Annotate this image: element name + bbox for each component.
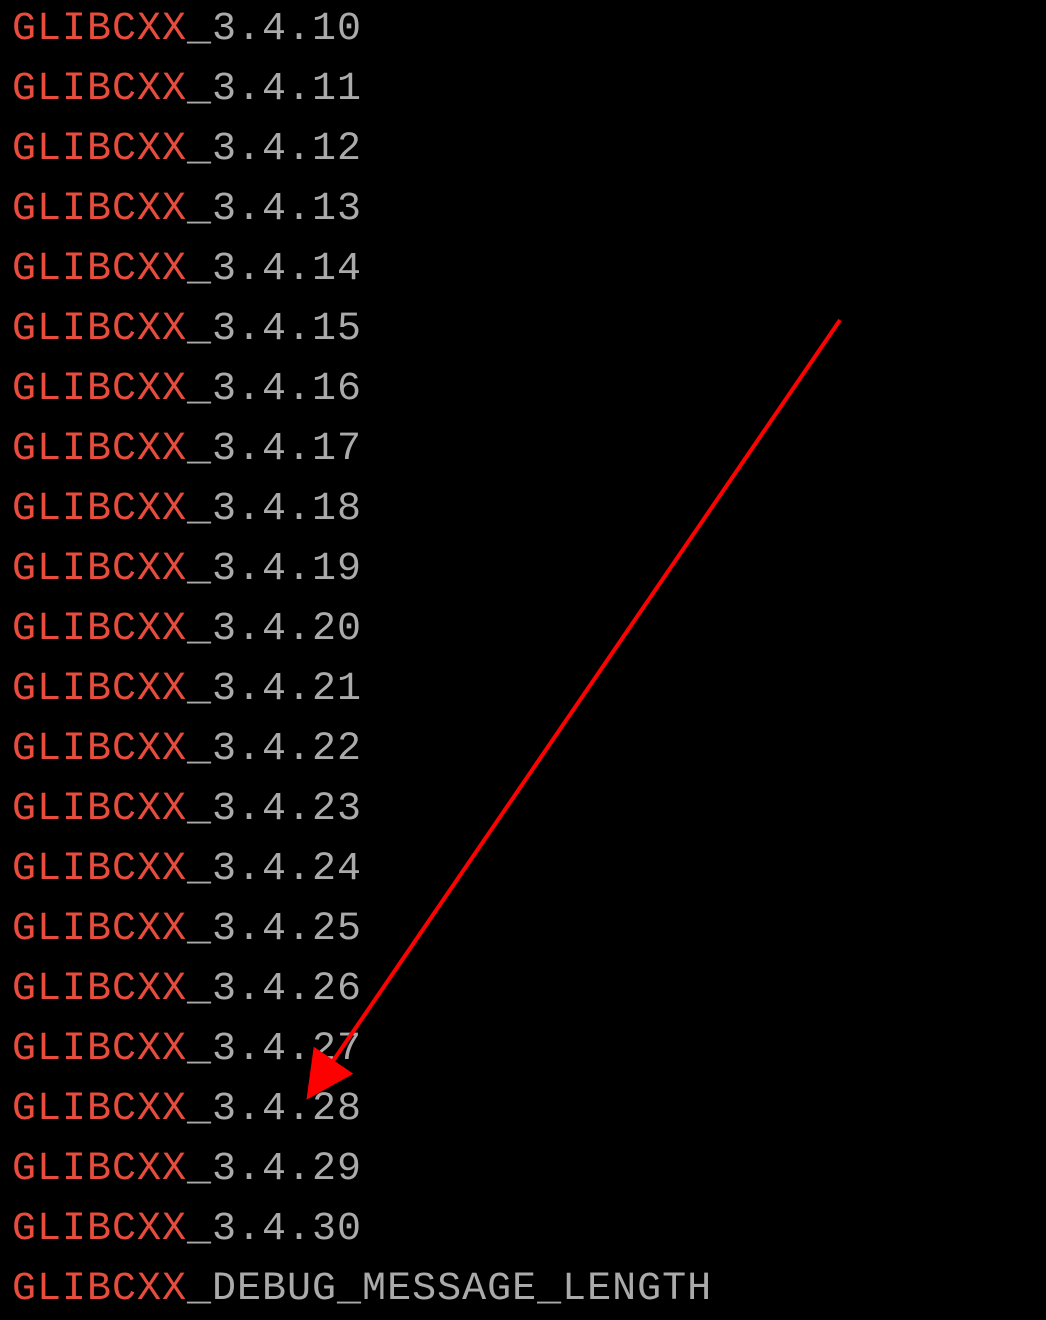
symbol-suffix: _3.4.26	[187, 967, 362, 1012]
symbol-suffix: _DEBUG_MESSAGE_LENGTH	[187, 1267, 712, 1312]
terminal-line: GLIBCXX_3.4.18	[12, 480, 1034, 540]
terminal-line: GLIBCXX_3.4.17	[12, 420, 1034, 480]
symbol-suffix: _3.4.13	[187, 187, 362, 232]
symbol-suffix: _3.4.14	[187, 247, 362, 292]
symbol-prefix: GLIBCXX	[12, 547, 187, 592]
symbol-suffix: _3.4.15	[187, 307, 362, 352]
terminal-line: GLIBCXX_3.4.26	[12, 960, 1034, 1020]
symbol-prefix: GLIBCXX	[12, 1267, 187, 1312]
terminal-line: GLIBCXX_3.4.15	[12, 300, 1034, 360]
symbol-suffix: _3.4.19	[187, 547, 362, 592]
symbol-prefix: GLIBCXX	[12, 247, 187, 292]
symbol-prefix: GLIBCXX	[12, 487, 187, 532]
symbol-suffix: _3.4.24	[187, 847, 362, 892]
symbol-prefix: GLIBCXX	[12, 907, 187, 952]
terminal-line: GLIBCXX_3.4.29	[12, 1140, 1034, 1200]
symbol-suffix: _3.4.27	[187, 1027, 362, 1072]
symbol-suffix: _3.4.12	[187, 127, 362, 172]
symbol-prefix: GLIBCXX	[12, 187, 187, 232]
symbol-suffix: _3.4.17	[187, 427, 362, 472]
terminal-output: GLIBCXX_3.4.10GLIBCXX_3.4.11GLIBCXX_3.4.…	[12, 0, 1034, 1320]
symbol-suffix: _3.4.20	[187, 607, 362, 652]
symbol-suffix: _3.4.21	[187, 667, 362, 712]
symbol-prefix: GLIBCXX	[12, 967, 187, 1012]
terminal-line: GLIBCXX_3.4.23	[12, 780, 1034, 840]
symbol-suffix: _3.4.10	[187, 7, 362, 52]
symbol-prefix: GLIBCXX	[12, 847, 187, 892]
terminal-line: GLIBCXX_3.4.21	[12, 660, 1034, 720]
terminal-line: GLIBCXX_3.4.20	[12, 600, 1034, 660]
symbol-prefix: GLIBCXX	[12, 307, 187, 352]
symbol-suffix: _3.4.28	[187, 1087, 362, 1132]
symbol-suffix: _3.4.30	[187, 1207, 362, 1252]
symbol-prefix: GLIBCXX	[12, 427, 187, 472]
symbol-prefix: GLIBCXX	[12, 1087, 187, 1132]
terminal-line: GLIBCXX_3.4.25	[12, 900, 1034, 960]
terminal-line: GLIBCXX_3.4.27	[12, 1020, 1034, 1080]
terminal-line: GLIBCXX_3.4.24	[12, 840, 1034, 900]
symbol-suffix: _3.4.18	[187, 487, 362, 532]
terminal-line: GLIBCXX_DEBUG_MESSAGE_LENGTH	[12, 1260, 1034, 1320]
terminal-line: GLIBCXX_3.4.19	[12, 540, 1034, 600]
terminal-line: GLIBCXX_3.4.30	[12, 1200, 1034, 1260]
symbol-prefix: GLIBCXX	[12, 67, 187, 112]
symbol-suffix: _3.4.23	[187, 787, 362, 832]
symbol-prefix: GLIBCXX	[12, 1147, 187, 1192]
terminal-line: GLIBCXX_3.4.11	[12, 60, 1034, 120]
terminal-line: GLIBCXX_3.4.16	[12, 360, 1034, 420]
terminal-line: GLIBCXX_3.4.14	[12, 240, 1034, 300]
terminal-line: GLIBCXX_3.4.13	[12, 180, 1034, 240]
symbol-suffix: _3.4.16	[187, 367, 362, 412]
symbol-prefix: GLIBCXX	[12, 1027, 187, 1072]
terminal-line: GLIBCXX_3.4.12	[12, 120, 1034, 180]
symbol-suffix: _3.4.22	[187, 727, 362, 772]
terminal-line: GLIBCXX_3.4.10	[12, 0, 1034, 60]
symbol-prefix: GLIBCXX	[12, 787, 187, 832]
symbol-prefix: GLIBCXX	[12, 667, 187, 712]
symbol-suffix: _3.4.11	[187, 67, 362, 112]
symbol-prefix: GLIBCXX	[12, 727, 187, 772]
symbol-prefix: GLIBCXX	[12, 127, 187, 172]
symbol-prefix: GLIBCXX	[12, 607, 187, 652]
symbol-prefix: GLIBCXX	[12, 367, 187, 412]
terminal-line: GLIBCXX_3.4.28	[12, 1080, 1034, 1140]
symbol-prefix: GLIBCXX	[12, 7, 187, 52]
symbol-suffix: _3.4.29	[187, 1147, 362, 1192]
symbol-prefix: GLIBCXX	[12, 1207, 187, 1252]
symbol-suffix: _3.4.25	[187, 907, 362, 952]
terminal-line: GLIBCXX_3.4.22	[12, 720, 1034, 780]
